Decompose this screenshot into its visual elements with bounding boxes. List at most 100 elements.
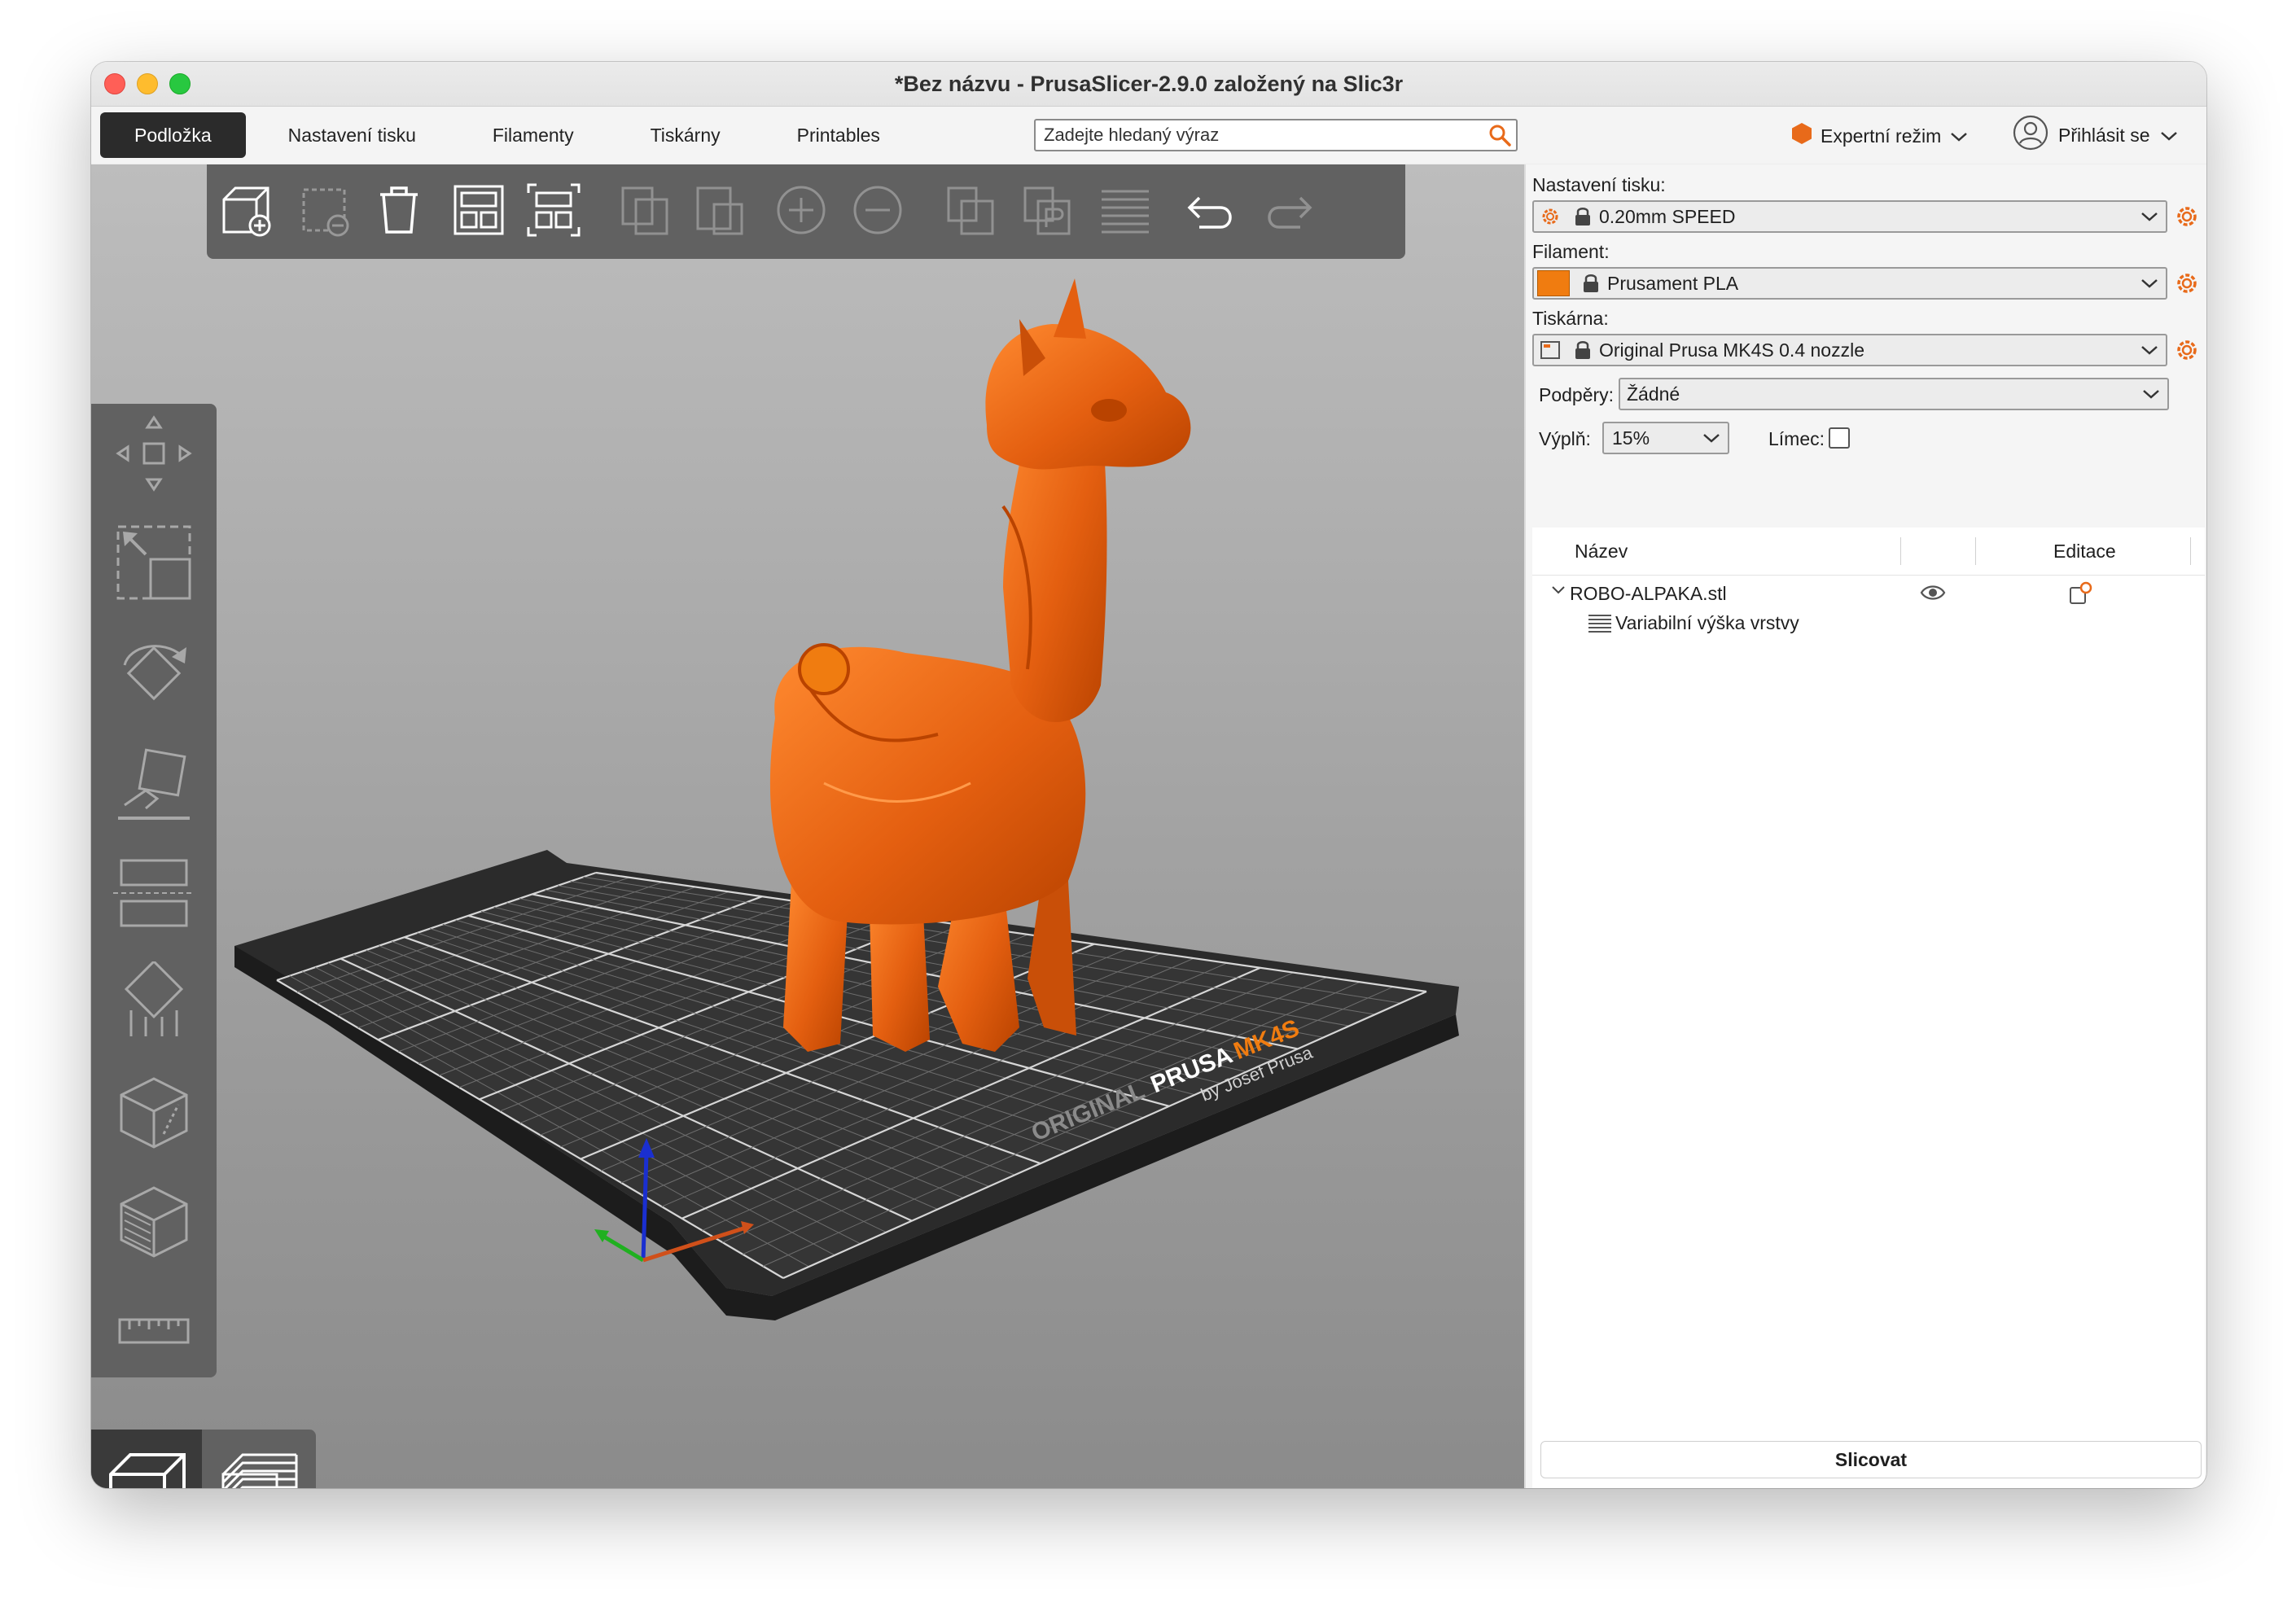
filament-combo[interactable]: Prusament PLA [1532,267,2167,300]
chevron-down-icon [1695,432,1728,444]
tab-printers[interactable]: Tiskárny [616,112,755,158]
expert-mode-icon [1791,122,1812,150]
preview-icon[interactable] [204,1430,314,1488]
gear-small-icon [1534,206,1566,227]
app-window: *Bez názvu - PrusaSlicer-2.9.0 založený … [91,62,2206,1488]
top-toolbar [207,164,1405,259]
delete-icon[interactable] [293,179,355,241]
object-name: ROBO-ALPAKA.stl [1570,583,1727,604]
brim-checkbox[interactable] [1829,427,1850,449]
undo-icon[interactable] [1181,179,1242,241]
login-button[interactable]: Přihlásit se [2013,115,2179,155]
right-sidebar: Nastavení tisku: 0.20mm SPEED Filament: … [1524,164,2206,1488]
user-avatar-icon [2013,115,2048,155]
scene-canvas[interactable]: ORIGINAL PRUSA MK4S by Josef Prusa [91,164,1524,1488]
tab-filaments[interactable]: Filamenty [458,112,608,158]
login-label: Přihlásit se [2058,124,2150,146]
printer-combo[interactable]: Original Prusa MK4S 0.4 nozzle [1532,334,2167,366]
lock-icon [1566,339,1599,361]
supports-combo[interactable]: Žádné [1619,378,2169,410]
split-objects-icon[interactable] [940,179,1001,241]
search-placeholder: Zadejte hledaný výraz [1044,125,1220,145]
eye-icon[interactable] [1920,583,1946,606]
filament-value: Prusament PLA [1607,272,1739,294]
search-input[interactable]: Zadejte hledaný výraz [1034,119,1518,151]
fuzzy-skin-icon[interactable] [109,1176,199,1265]
model-robo-alpaca[interactable] [769,278,1191,1052]
remove-instance-icon[interactable] [847,179,909,241]
delete-all-icon[interactable] [368,179,430,241]
add-icon[interactable] [215,179,277,241]
paste-icon[interactable] [689,179,751,241]
column-separator [1900,537,1901,565]
print-settings-gear-icon[interactable] [2172,202,2202,231]
scale-icon[interactable] [109,518,199,607]
filament-label: Filament: [1532,241,1610,262]
window-title: *Bez názvu - PrusaSlicer-2.9.0 založený … [894,71,1404,96]
object-list-header: Název Editace [1532,528,2205,576]
lock-icon [1575,273,1607,294]
mode-selector[interactable]: Expertní režim [1791,118,1969,154]
object-list: Název Editace ROBO-ALPAKA.stl Variabilní… [1532,528,2205,1488]
column-edit-header[interactable]: Editace [2053,541,2116,563]
3d-view-icon[interactable] [91,1430,202,1488]
view-switch [91,1430,316,1488]
column-separator [2190,537,2191,565]
filament-gear-icon[interactable] [2172,269,2202,298]
supports-label: Podpěry: [1539,384,1615,405]
chevron-down-icon [2133,344,2166,356]
measure-icon[interactable] [109,1285,199,1374]
close-window-button[interactable] [104,73,125,94]
chevron-down-icon [2133,278,2166,289]
arrange-icon[interactable] [448,179,510,241]
chevron-down-icon[interactable] [1550,585,1566,600]
rotate-icon[interactable] [109,628,199,718]
infill-label: Výplň: [1539,428,1591,449]
infill-combo[interactable]: 15% [1602,422,1729,454]
layers-icon [1588,612,1612,639]
tab-print-settings[interactable]: Nastavení tisku [254,112,450,158]
list-item[interactable]: ROBO-ALPAKA.stl [1532,576,2205,609]
print-settings-label: Nastavení tisku: [1532,174,1666,195]
mode-label: Expertní režim [1821,125,1942,147]
chevron-down-icon [2133,211,2166,222]
brim-label: Límec: [1768,428,1825,449]
place-on-face-icon[interactable] [109,738,199,827]
slice-button[interactable]: Slicovat [1540,1441,2202,1478]
minimize-window-button[interactable] [137,73,158,94]
split-parts-icon[interactable] [1016,179,1078,241]
redo-icon[interactable] [1257,179,1319,241]
print-settings-value: 0.20mm SPEED [1599,205,1736,227]
layers-editing-icon[interactable] [1094,179,1156,241]
column-separator [1975,537,1976,565]
title-bar: *Bez názvu - PrusaSlicer-2.9.0 založený … [91,62,2206,107]
window-controls [104,73,191,94]
tab-plater[interactable]: Podložka [100,112,246,158]
print-settings-combo[interactable]: 0.20mm SPEED [1532,200,2167,233]
chevron-down-icon [1949,125,1969,147]
search-icon[interactable] [1483,119,1516,151]
printer-icon [1534,339,1566,361]
chevron-down-icon [2159,125,2179,147]
list-item[interactable]: Variabilní výška vrstvy [1532,606,2205,638]
maximize-window-button[interactable] [169,73,191,94]
chevron-down-icon [2135,388,2167,400]
printer-value: Original Prusa MK4S 0.4 nozzle [1599,339,1864,361]
left-gizmo-toolbar [91,404,217,1377]
seam-paint-icon[interactable] [109,1066,199,1156]
support-paint-icon[interactable] [109,957,199,1047]
filament-color-swatch[interactable] [1537,270,1570,296]
copy-icon[interactable] [614,179,676,241]
cut-icon[interactable] [109,848,199,938]
lock-icon [1566,206,1599,227]
tab-printables[interactable]: Printables [763,112,914,158]
main-tab-bar: Podložka Nastavení tisku Filamenty Tiská… [91,107,2206,164]
variable-layer-height-item: Variabilní výška vrstvy [1615,612,1799,633]
printer-label: Tiskárna: [1532,308,1609,329]
column-name-header[interactable]: Název [1575,541,1628,563]
add-instance-icon[interactable] [770,179,832,241]
printer-gear-icon[interactable] [2172,335,2202,365]
move-icon[interactable] [109,409,199,498]
3d-scene-viewport[interactable]: ORIGINAL PRUSA MK4S by Josef Prusa [91,164,1524,1488]
arrange-selection-icon[interactable] [523,179,585,241]
